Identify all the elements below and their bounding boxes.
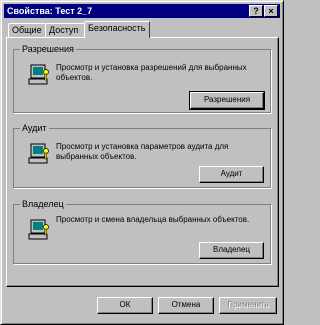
tab-sharing[interactable]: Доступ: [45, 23, 85, 37]
tab-security[interactable]: Безопасность: [84, 21, 150, 38]
audit-group: Аудит Просмотр и установка параметров ау…: [13, 122, 271, 188]
permissions-group: Разрешения Просмотр и установка разрешен…: [13, 43, 271, 113]
tab-general[interactable]: Общие: [8, 23, 46, 37]
ok-button[interactable]: ОК: [97, 297, 153, 314]
permissions-button[interactable]: Разрешения: [189, 91, 265, 110]
window-title: Свойства: Тест 2_7: [7, 6, 93, 16]
computer-key-icon: [28, 143, 49, 164]
computer-key-icon: [28, 64, 49, 85]
apply-button[interactable]: Применить: [219, 297, 277, 314]
audit-button[interactable]: Аудит: [199, 166, 264, 183]
permissions-group-label: Разрешения: [20, 43, 76, 55]
audit-group-label: Аудит: [20, 122, 49, 134]
security-tab-panel: Разрешения Просмотр и установка разрешен…: [6, 37, 279, 287]
properties-dialog: Свойства: Тест 2_7 ? × Общие Доступ Безо…: [0, 0, 284, 325]
owner-group-label: Владелец: [20, 198, 66, 210]
permissions-description: Просмотр и установка разрешений для выбр…: [56, 63, 247, 82]
cancel-button[interactable]: Отмена: [158, 297, 214, 314]
title-bar[interactable]: Свойства: Тест 2_7 ? ×: [4, 4, 280, 18]
close-button[interactable]: ×: [264, 5, 278, 17]
computer-key-icon: [28, 219, 49, 240]
help-button[interactable]: ?: [249, 5, 263, 17]
owner-button[interactable]: Владелец: [199, 242, 264, 259]
audit-description: Просмотр и установка параметров аудита д…: [56, 142, 229, 161]
owner-description: Просмотр и смена владельца выбранных объ…: [56, 215, 250, 224]
owner-group: Владелец Просмотр и смена владельца выбр…: [13, 198, 271, 264]
